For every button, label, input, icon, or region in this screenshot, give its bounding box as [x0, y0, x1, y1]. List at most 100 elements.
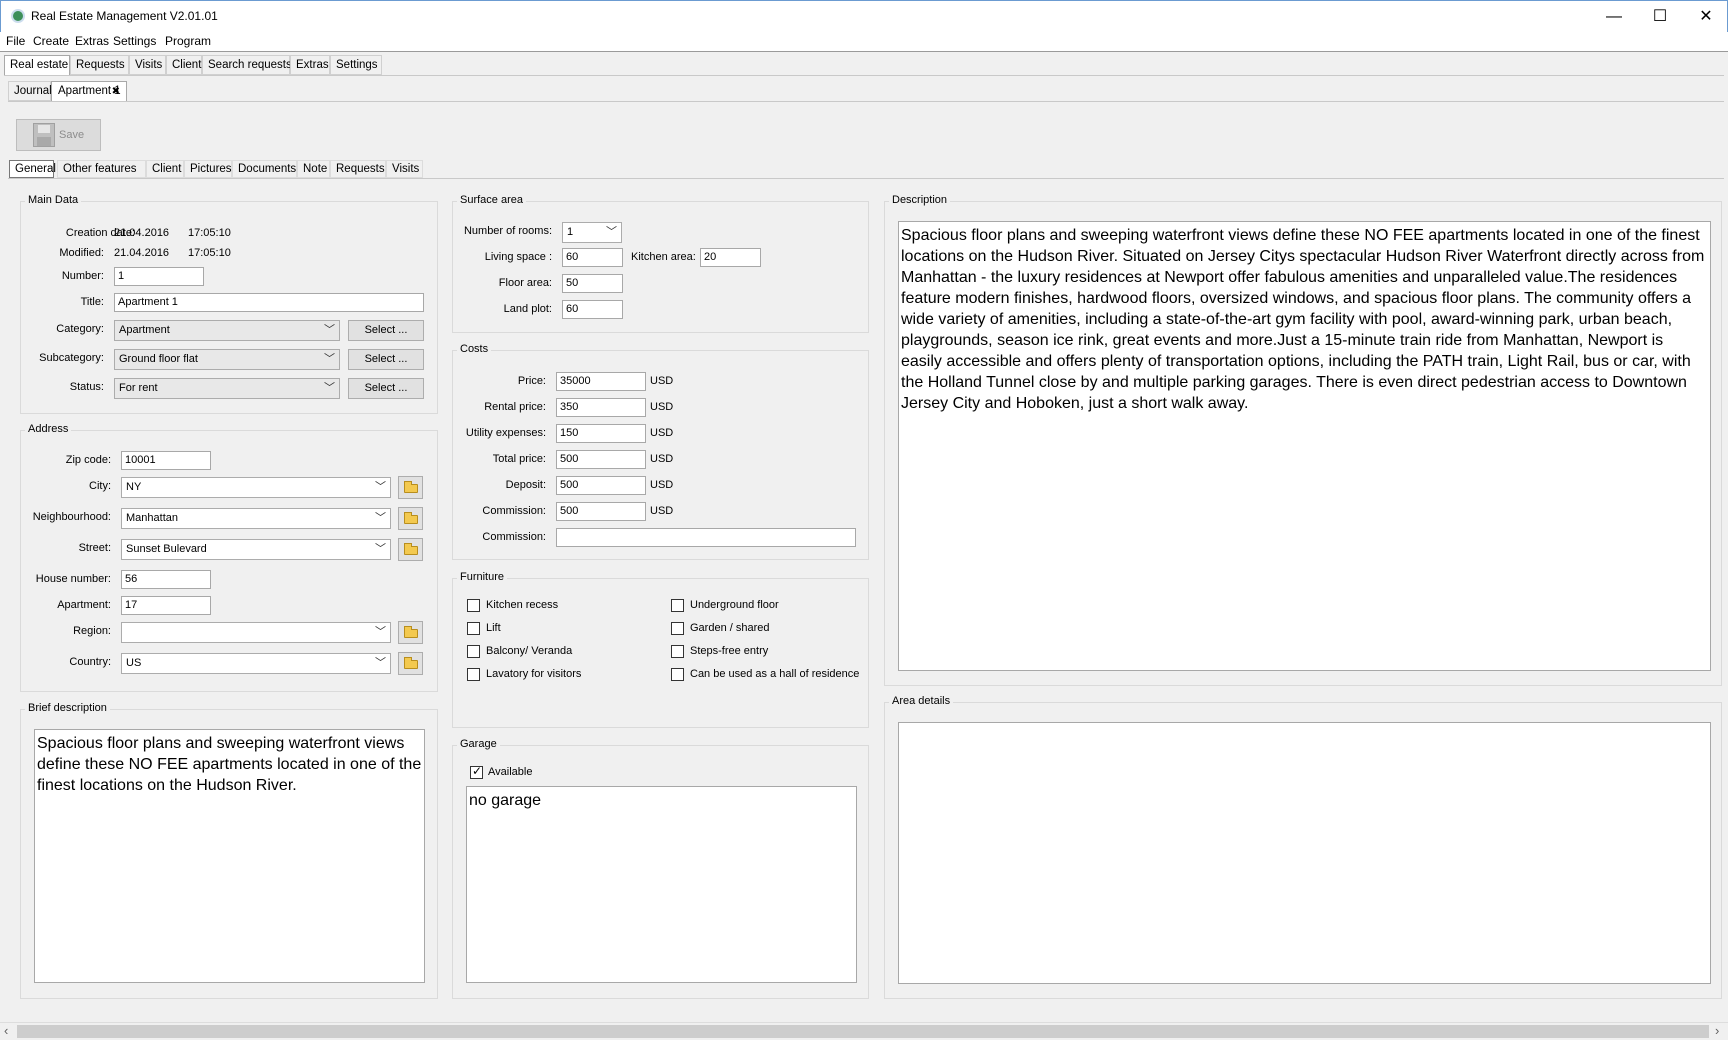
save-button[interactable]: Save [16, 119, 101, 151]
total-price-input[interactable]: 500 [556, 450, 646, 469]
creation-time-value: 17:05:10 [188, 227, 231, 239]
tab-documents[interactable]: Documents [232, 160, 297, 178]
menu-file[interactable]: File [6, 34, 25, 48]
area-details-title: Area details [889, 695, 954, 707]
chevron-down-icon: ﹀ [375, 626, 386, 638]
rooms-select[interactable]: 1 ﹀ [562, 222, 622, 243]
price-input[interactable]: 35000 [556, 372, 646, 391]
category-select-button[interactable]: Select ... [348, 320, 424, 341]
tab-visits[interactable]: Visits [129, 55, 166, 75]
close-tab-icon[interactable]: ✖ [112, 82, 120, 101]
utility-input[interactable]: 150 [556, 424, 646, 443]
number-input[interactable]: 1 [114, 267, 204, 286]
neighbourhood-select[interactable]: Manhattan ﹀ [121, 508, 391, 529]
lavatory-checkbox[interactable] [467, 668, 480, 681]
tab-requests[interactable]: Requests [70, 55, 129, 75]
house-number-label: House number: [35, 573, 111, 585]
horizontal-scrollbar[interactable]: ‹ › [0, 1022, 1728, 1039]
garage-textarea[interactable]: no garage [466, 786, 857, 983]
deposit-input[interactable]: 500 [556, 476, 646, 495]
land-plot-input[interactable]: 60 [562, 300, 623, 319]
tab-real-estate[interactable]: Real estate [4, 55, 70, 76]
status-select-button[interactable]: Select ... [348, 378, 424, 399]
tab-general[interactable]: General [9, 160, 56, 178]
floor-area-input[interactable]: 50 [562, 274, 623, 293]
kitchen-area-input[interactable]: 20 [700, 248, 761, 267]
chevron-down-icon: ﹀ [324, 324, 335, 336]
tab-requests-section[interactable]: Requests [330, 160, 386, 178]
apartment-input[interactable]: 17 [121, 596, 211, 615]
folder-icon [404, 512, 418, 524]
zip-input[interactable]: 10001 [121, 451, 211, 470]
document-tabs: Journal Apartment 1 ✖ [8, 81, 308, 102]
title-input[interactable]: Apartment 1 [114, 293, 424, 312]
menu-extras[interactable]: Extras [75, 34, 109, 48]
rental-price-label: Rental price: [484, 401, 546, 413]
country-label: Country: [69, 656, 111, 668]
tab-search-requests[interactable]: Search requests [202, 55, 292, 75]
tab-journal[interactable]: Journal [8, 81, 52, 101]
chevron-down-icon: ﹀ [375, 481, 386, 493]
scroll-right-icon[interactable]: › [1715, 1023, 1719, 1038]
country-value: US [126, 657, 142, 669]
folder-icon [404, 543, 418, 555]
living-space-input[interactable]: 60 [562, 248, 623, 267]
country-select[interactable]: US ﹀ [121, 653, 391, 674]
window-title: Real Estate Management V2.01.01 [31, 9, 218, 23]
scroll-left-icon[interactable]: ‹ [4, 1023, 8, 1038]
commission-input[interactable]: 500 [556, 502, 646, 521]
scrollbar-thumb[interactable] [17, 1025, 1709, 1038]
underground-floor-checkbox[interactable] [671, 599, 684, 612]
area-details-textarea[interactable] [898, 722, 1711, 984]
folder-icon [404, 626, 418, 638]
menu-settings[interactable]: Settings [113, 34, 156, 48]
hall-of-residence-checkbox[interactable] [671, 668, 684, 681]
price-label: Price: [517, 375, 546, 387]
menu-program[interactable]: Program [165, 34, 211, 48]
tab-visits-section[interactable]: Visits [386, 160, 423, 178]
tab-other-features[interactable]: Other features [57, 160, 146, 178]
rooms-label: Number of rooms: [463, 225, 552, 237]
brief-description-textarea[interactable]: Spacious floor plans and sweeping waterf… [34, 729, 425, 983]
chevron-down-icon: ﹀ [375, 543, 386, 555]
tab-settings[interactable]: Settings [330, 55, 382, 75]
minimize-button[interactable]: — [1591, 1, 1637, 32]
kitchen-recess-checkbox[interactable] [467, 599, 480, 612]
lift-checkbox[interactable] [467, 622, 480, 635]
city-select[interactable]: NY ﹀ [121, 477, 391, 498]
tab-extras[interactable]: Extras [290, 55, 330, 75]
tab-client-section[interactable]: Client [146, 160, 184, 178]
country-browse-button[interactable] [398, 652, 423, 675]
neighbourhood-browse-button[interactable] [398, 507, 423, 530]
region-browse-button[interactable] [398, 621, 423, 644]
area-details-group: Area details [884, 695, 1722, 999]
category-select[interactable]: Apartment ﹀ [114, 320, 340, 341]
garage-available-checkbox[interactable] [470, 764, 483, 779]
subcategory-select[interactable]: Ground floor flat ﹀ [114, 349, 340, 370]
region-select[interactable]: ﹀ [121, 622, 391, 643]
house-number-input[interactable]: 56 [121, 570, 211, 589]
close-window-button[interactable]: ✕ [1683, 1, 1728, 32]
tab-client[interactable]: Client [166, 55, 202, 75]
tab-apartment-1[interactable]: Apartment 1 ✖ [51, 81, 127, 102]
commission-text-input[interactable] [556, 528, 856, 547]
category-label: Category: [56, 323, 104, 335]
garden-checkbox[interactable] [671, 622, 684, 635]
commission-currency: USD [650, 505, 674, 517]
zip-label: Zip code: [65, 454, 111, 466]
menu-create[interactable]: Create [33, 34, 69, 48]
neighbourhood-label: Neighbourhood: [32, 511, 111, 523]
balcony-checkbox[interactable] [467, 645, 480, 658]
tab-note[interactable]: Note [297, 160, 330, 178]
description-textarea[interactable]: Spacious floor plans and sweeping waterf… [898, 221, 1711, 671]
steps-free-checkbox[interactable] [671, 645, 684, 658]
city-browse-button[interactable] [398, 476, 423, 499]
utility-currency: USD [650, 427, 674, 439]
rental-price-input[interactable]: 350 [556, 398, 646, 417]
status-select[interactable]: For rent ﹀ [114, 378, 340, 399]
street-select[interactable]: Sunset Bulevard ﹀ [121, 539, 391, 560]
tab-pictures[interactable]: Pictures [184, 160, 232, 178]
street-browse-button[interactable] [398, 538, 423, 561]
subcategory-select-button[interactable]: Select ... [348, 349, 424, 370]
maximize-button[interactable]: ☐ [1637, 1, 1683, 32]
